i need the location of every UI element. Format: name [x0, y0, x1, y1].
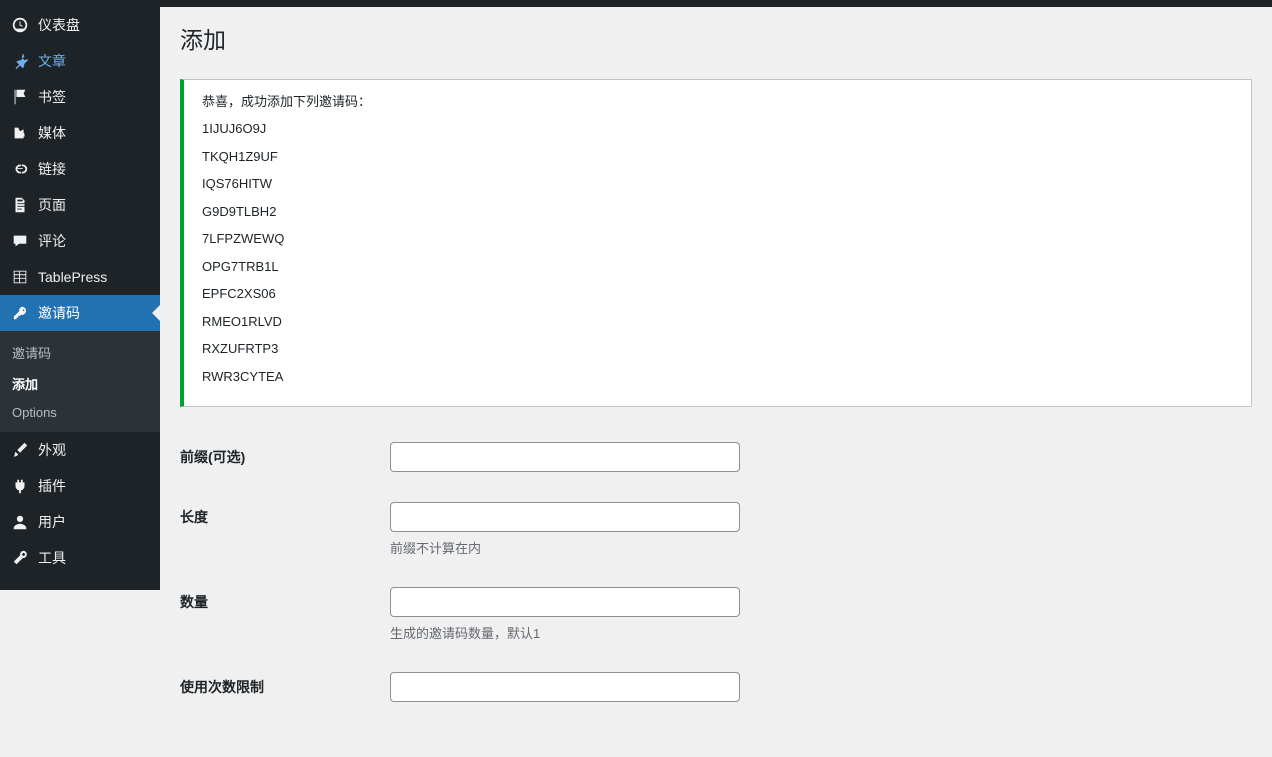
- length-input[interactable]: [390, 502, 740, 532]
- invitation-code: 7LFPZWEWQ: [202, 229, 1233, 249]
- sidebar-item-label: 媒体: [38, 123, 66, 143]
- success-notice: 恭喜，成功添加下列邀请码： 1IJUJ6O9J TKQH1Z9UF IQS76HIT…: [180, 79, 1252, 408]
- sidebar-item-plugins[interactable]: 插件: [0, 468, 160, 504]
- notice-message: 恭喜，成功添加下列邀请码：: [202, 92, 1233, 112]
- comment-icon: [10, 231, 30, 251]
- page-title: 添加: [180, 17, 1252, 74]
- link-icon: [10, 159, 30, 179]
- content-body: 添加 恭喜，成功添加下列邀请码： 1IJUJ6O9J TKQH1Z9UF IQS76…: [160, 7, 1272, 757]
- user-icon: [10, 512, 30, 532]
- sidebar-item-links[interactable]: 链接: [0, 151, 160, 187]
- sidebar-item-label: 邀请码: [38, 303, 80, 323]
- invitation-code: EPFC2XS06: [202, 284, 1233, 304]
- count-input[interactable]: [390, 587, 740, 617]
- sidebar-item-label: 外观: [38, 440, 66, 460]
- plugin-icon: [10, 476, 30, 496]
- wrench-icon: [10, 548, 30, 568]
- sidebar-item-label: 文章: [38, 51, 66, 71]
- invitation-code: G9D9TLBH2: [202, 202, 1233, 222]
- form-row-prefix: 前缀(可选): [180, 427, 1252, 487]
- sidebar-item-tools[interactable]: 工具: [0, 540, 160, 576]
- invitation-code: RMEO1RLVD: [202, 312, 1233, 332]
- submenu-invitation: 邀请码添加Options: [0, 331, 160, 432]
- form-row-count: 数量生成的邀请码数量，默认1: [180, 572, 1252, 657]
- prefix-input[interactable]: [390, 442, 740, 472]
- sidebar-item-label: 链接: [38, 159, 66, 179]
- sidebar-item-posts[interactable]: 文章: [0, 43, 160, 79]
- usage_limit-input[interactable]: [390, 672, 740, 702]
- invitation-code: RXZUFRTP3: [202, 339, 1233, 359]
- admin-bar: [0, 0, 1272, 7]
- sidebar-item-comments[interactable]: 评论: [0, 223, 160, 259]
- sidebar-item-appearance[interactable]: 外观: [0, 432, 160, 468]
- field-label: 长度: [180, 487, 380, 572]
- submenu-item[interactable]: 邀请码: [0, 337, 160, 368]
- sidebar-item-invitation[interactable]: 邀请码: [0, 295, 160, 331]
- field-label: 前缀(可选): [180, 427, 380, 487]
- page-icon: [10, 195, 30, 215]
- sidebar-item-label: 评论: [38, 231, 66, 251]
- sidebar-item-users[interactable]: 用户: [0, 504, 160, 540]
- dashboard-icon: [10, 15, 30, 35]
- pin-icon: [10, 51, 30, 71]
- brush-icon: [10, 440, 30, 460]
- form-table: 前缀(可选)长度前缀不计算在内数量生成的邀请码数量，默认1使用次数限制: [180, 427, 1252, 717]
- flag-icon: [10, 87, 30, 107]
- sidebar-item-pages[interactable]: 页面: [0, 187, 160, 223]
- sidebar-item-label: 用户: [38, 512, 66, 532]
- sidebar-item-media[interactable]: 媒体: [0, 115, 160, 151]
- key-icon: [10, 303, 30, 323]
- field-help: 前缀不计算在内: [390, 538, 1242, 557]
- invitation-code: TKQH1Z9UF: [202, 147, 1233, 167]
- form-row-length: 长度前缀不计算在内: [180, 487, 1252, 572]
- sidebar-item-bookmarks[interactable]: 书签: [0, 79, 160, 115]
- field-help: 生成的邀请码数量，默认1: [390, 623, 1242, 642]
- sidebar-item-dashboard[interactable]: 仪表盘: [0, 7, 160, 43]
- table-icon: [10, 267, 30, 287]
- field-label: 数量: [180, 572, 380, 657]
- sidebar-item-label: 页面: [38, 195, 66, 215]
- invitation-code: OPG7TRB1L: [202, 257, 1233, 277]
- sidebar-item-tablepress[interactable]: TablePress: [0, 259, 160, 295]
- sidebar-item-label: 仪表盘: [38, 15, 80, 35]
- field-label: 使用次数限制: [180, 657, 380, 717]
- invitation-code: 1IJUJ6O9J: [202, 119, 1233, 139]
- sidebar-item-label: 书签: [38, 87, 66, 107]
- admin-sidebar: 仪表盘文章书签媒体链接页面评论TablePress邀请码邀请码添加Options…: [0, 7, 160, 590]
- invitation-code: IQS76HITW: [202, 174, 1233, 194]
- sidebar-item-label: TablePress: [38, 269, 107, 285]
- invitation-code: RWR3CYTEA: [202, 367, 1233, 387]
- sidebar-item-label: 工具: [38, 548, 66, 568]
- submenu-item[interactable]: 添加: [0, 368, 160, 399]
- form-row-usage_limit: 使用次数限制: [180, 657, 1252, 717]
- submenu-item[interactable]: Options: [0, 399, 160, 426]
- media-icon: [10, 123, 30, 143]
- sidebar-item-label: 插件: [38, 476, 66, 496]
